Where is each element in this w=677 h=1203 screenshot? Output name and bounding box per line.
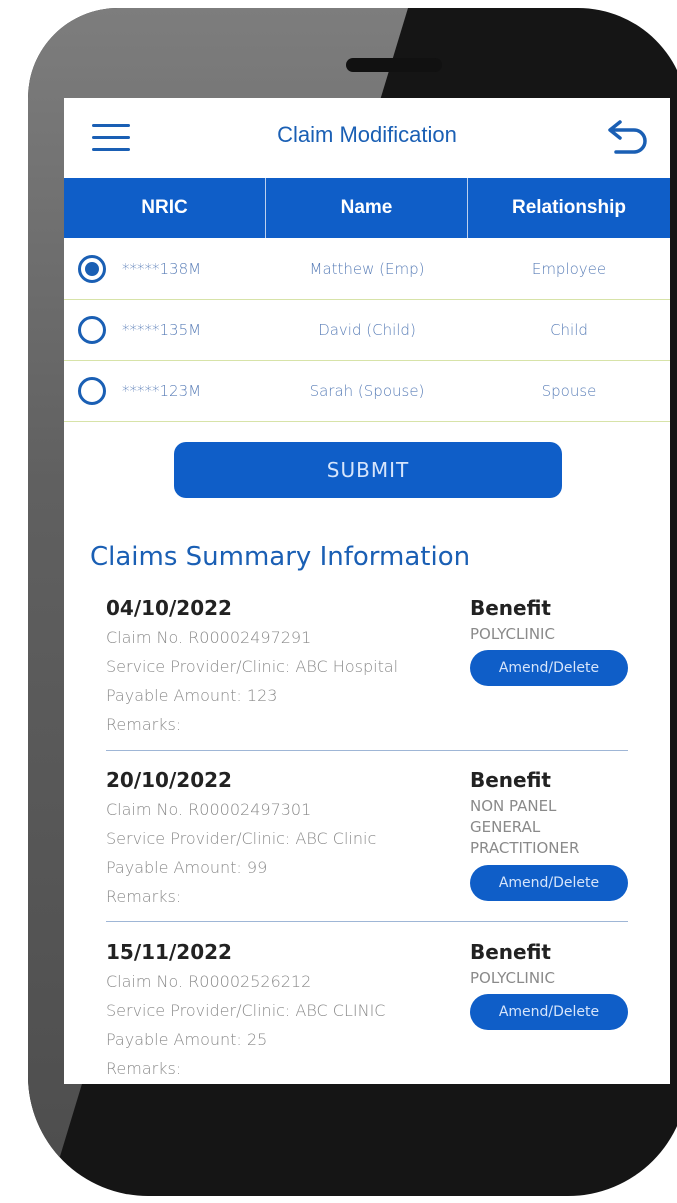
benefit-value: POLYCLINIC	[470, 968, 640, 989]
submit-button[interactable]: SUBMIT	[174, 442, 562, 498]
page-title: Claim Modification	[277, 122, 457, 147]
claim-number: Claim No. R00002497301	[106, 800, 312, 819]
column-header-relationship: Relationship	[511, 197, 626, 218]
claim-number: Claim No. R00002497291	[106, 628, 312, 647]
amend-delete-button[interactable]: Amend/Delete	[470, 650, 628, 686]
name-cell: Sarah (Spouse)	[309, 382, 425, 400]
benefit-label: Benefit	[470, 940, 551, 964]
claim-item: 20/10/2022 Claim No. R00002497301 Servic…	[106, 768, 628, 922]
relationship-cell: Employee	[531, 260, 607, 278]
benefit-line: GENERAL	[470, 818, 541, 836]
benefit-line: POLYCLINIC	[470, 969, 555, 987]
claim-date: 15/11/2022	[106, 940, 232, 964]
payable-amount: Payable Amount: 123	[106, 686, 278, 705]
benefit-line: NON PANEL	[470, 797, 557, 815]
benefit-label: Benefit	[470, 768, 551, 792]
claims-summary-title: Claims Summary Information	[90, 542, 471, 572]
amend-delete-button[interactable]: Amend/Delete	[470, 865, 628, 901]
claim-date: 04/10/2022	[106, 596, 232, 620]
name-cell: Matthew (Emp)	[309, 260, 425, 278]
undo-arrow-icon[interactable]	[604, 116, 652, 156]
radio-dot	[85, 262, 99, 276]
claim-item: 04/10/2022 Claim No. R00002497291 Servic…	[106, 596, 628, 751]
benefit-label: Benefit	[470, 596, 551, 620]
table-row[interactable]: *****138M Matthew (Emp) Employee	[64, 239, 670, 300]
table-row[interactable]: *****135M David (Child) Child	[64, 300, 670, 361]
radio-button[interactable]	[78, 377, 106, 405]
nric-cell: *****135M	[122, 321, 202, 339]
benefit-line: POLYCLINIC	[470, 625, 555, 643]
table-header: NRIC Name Relationship	[64, 178, 670, 238]
benefit-line: PRACTITIONER	[470, 839, 580, 857]
payable-amount: Payable Amount: 25	[106, 1030, 268, 1049]
name-cell: David (Child)	[318, 321, 416, 339]
radio-button-selected[interactable]	[78, 255, 106, 283]
claim-item: 15/11/2022 Claim No. R00002526212 Servic…	[106, 940, 628, 1084]
service-provider: Service Provider/Clinic: ABC Hospital	[106, 657, 399, 676]
column-header-name: Name	[266, 178, 468, 238]
nric-cell: *****123M	[122, 382, 202, 400]
service-provider: Service Provider/Clinic: ABC Clinic	[106, 829, 377, 848]
amend-delete-button[interactable]: Amend/Delete	[470, 994, 628, 1030]
benefit-value: POLYCLINIC	[470, 624, 640, 645]
service-provider: Service Provider/Clinic: ABC CLINIC	[106, 1001, 386, 1020]
column-header-nric: NRIC	[64, 178, 266, 238]
radio-button[interactable]	[78, 316, 106, 344]
benefit-value: NON PANEL GENERAL PRACTITIONER	[470, 796, 640, 859]
relationship-cell: Spouse	[541, 382, 597, 400]
top-bar: Claim Modification	[64, 98, 670, 178]
payable-amount: Payable Amount: 99	[106, 858, 268, 877]
app-screen: Claim Modification NRIC Name Relationshi…	[64, 98, 670, 1084]
remarks: Remarks:	[106, 887, 182, 906]
remarks: Remarks:	[106, 1059, 182, 1078]
claim-number: Claim No. R00002526212	[106, 972, 312, 991]
relationship-cell: Child	[550, 321, 588, 339]
table-row[interactable]: *****123M Sarah (Spouse) Spouse	[64, 361, 670, 422]
phone-speaker	[346, 58, 442, 72]
nric-cell: *****138M	[122, 260, 202, 278]
remarks: Remarks:	[106, 715, 182, 734]
claim-date: 20/10/2022	[106, 768, 232, 792]
